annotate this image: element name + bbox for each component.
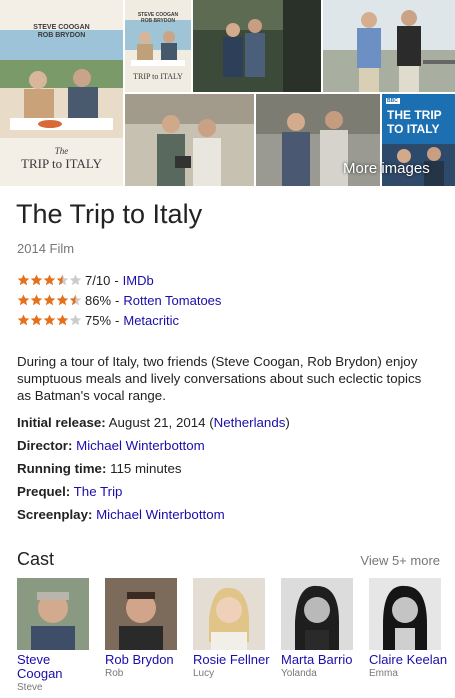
cast-member[interactable]: Claire Keelan Emma [369,578,455,693]
cast-photo[interactable] [17,578,89,650]
cast-more-link[interactable]: View 5+ more [360,553,440,568]
fact-release-label: Initial release: [17,415,106,430]
cast-member[interactable]: Marta Barrio Yolanda [281,578,369,693]
star-icon [17,314,30,326]
fact-prequel-label: Prequel: [17,484,71,499]
rating-row: 86% - Rotten Tomatoes [17,290,221,310]
cast-member[interactable]: Steve Coogan Steve [17,578,105,693]
star-icon [17,274,30,286]
bbc-title-line1: THE TRIP [387,108,442,122]
fact-prequel-link[interactable]: The Trip [74,484,123,499]
star-icon [43,274,56,286]
bbc-badge: BBC [387,98,398,104]
cast-member[interactable]: Rosie Fellner Lucy [193,578,281,693]
star-icon [43,314,56,326]
rating-score: 7/10 [85,272,111,288]
still-image-2[interactable] [323,0,455,92]
poster-title: TRIP to ITALY [21,156,102,171]
poster-title-prefix: The [54,146,69,156]
fact-director: Director: Michael Winterbottom [17,437,290,460]
cast-name[interactable]: Claire Keelan [369,653,449,667]
rating-separator: - [115,312,120,328]
cast-name[interactable]: Marta Barrio [281,653,361,667]
description: During a tour of Italy, two friends (Ste… [17,354,422,403]
image-strip[interactable]: STEVE COOGAN ROB BRYDON The TRIP to ITAL… [0,0,455,186]
rating-source-link[interactable]: IMDb [123,273,154,288]
star-icon [30,294,43,306]
cast-photo[interactable] [105,578,177,650]
star-icon [69,314,82,326]
poster-actor-2: ROB BRYDON [37,32,86,39]
star-icon [69,274,82,286]
small-poster-title: TRIP to ITALY [133,72,183,81]
fact-screenplay-label: Screenplay: [17,507,93,522]
star-icon [30,274,43,286]
cast-member[interactable]: Rob Brydon Rob [105,578,193,693]
poster-image-main[interactable]: STEVE COOGAN ROB BRYDON The TRIP to ITAL… [0,0,123,186]
fact-running-time: Running time: 115 minutes [17,460,290,483]
cast-heading: Cast [17,549,55,569]
paren-close: ) [285,415,290,430]
bbc-title-line2: TO ITALY [387,122,440,136]
star-icon [69,294,82,306]
fact-release-value: August 21, 2014 [108,415,206,430]
cast-name[interactable]: Steve Coogan [17,653,97,681]
cast-list: Steve Coogan Steve Rob Brydon Rob Rosie … [17,578,455,693]
cast-name[interactable]: Rosie Fellner [193,653,273,667]
star-icon [17,294,30,306]
still-image-3[interactable] [125,94,254,186]
fact-director-link[interactable]: Michael Winterbottom [76,438,205,453]
cast-role: Emma [369,668,398,679]
cast-role: Lucy [193,668,215,679]
cast-photo[interactable] [193,578,265,650]
star-icon [43,294,56,306]
page-title: The Trip to Italy [16,199,203,229]
rating-row: 7/10- IMDb [17,270,221,290]
fact-release-place-link[interactable]: Netherlands [214,415,286,430]
rating-row: 75% - Metacritic [17,310,221,330]
cast-name[interactable]: Rob Brydon [105,653,185,667]
fact-release: Initial release: August 21, 2014 (Nether… [17,414,290,437]
rating-stars [17,314,82,326]
poster-image-small[interactable]: STEVE COOGAN ROB BRYDON TRIP to ITALY [125,0,191,92]
fact-screenplay: Screenplay: Michael Winterbottom [17,506,290,529]
fact-director-label: Director: [17,438,73,453]
star-icon [56,294,69,306]
page-subtitle: 2014 Film [17,241,75,256]
cast-role: Steve [17,682,43,693]
rating-stars [17,294,82,306]
rating-stars [17,274,82,286]
small-poster-actor-2: ROB BRYDON [141,18,175,24]
cast-role: Yolanda [281,668,317,679]
facts-list: Initial release: August 21, 2014 (Nether… [17,414,290,529]
cast-photo[interactable] [281,578,353,650]
poster-actor-1: STEVE COOGAN [33,24,90,31]
ratings-list: 7/10- IMDb 86% - Rotten Tomatoes 75% - Metacrit… [17,270,221,330]
rating-score: 75% [85,312,112,328]
cast-role: Rob [105,668,124,679]
star-icon [56,314,69,326]
fact-running-label: Running time: [17,461,107,476]
cast-photo[interactable] [369,578,441,650]
fact-prequel: Prequel: The Trip [17,483,290,506]
star-icon [56,274,69,286]
rating-separator: - [114,272,119,288]
rating-separator: - [115,292,120,308]
rating-source-link[interactable]: Rotten Tomatoes [123,293,221,308]
still-image-1[interactable] [193,0,321,92]
star-icon [30,314,43,326]
more-images-link[interactable]: More images [343,160,430,177]
fact-running-value: 115 minutes [110,461,182,476]
rating-source-link[interactable]: Metacritic [123,313,179,328]
fact-screenplay-link[interactable]: Michael Winterbottom [96,507,225,522]
rating-score: 86% [85,292,112,308]
